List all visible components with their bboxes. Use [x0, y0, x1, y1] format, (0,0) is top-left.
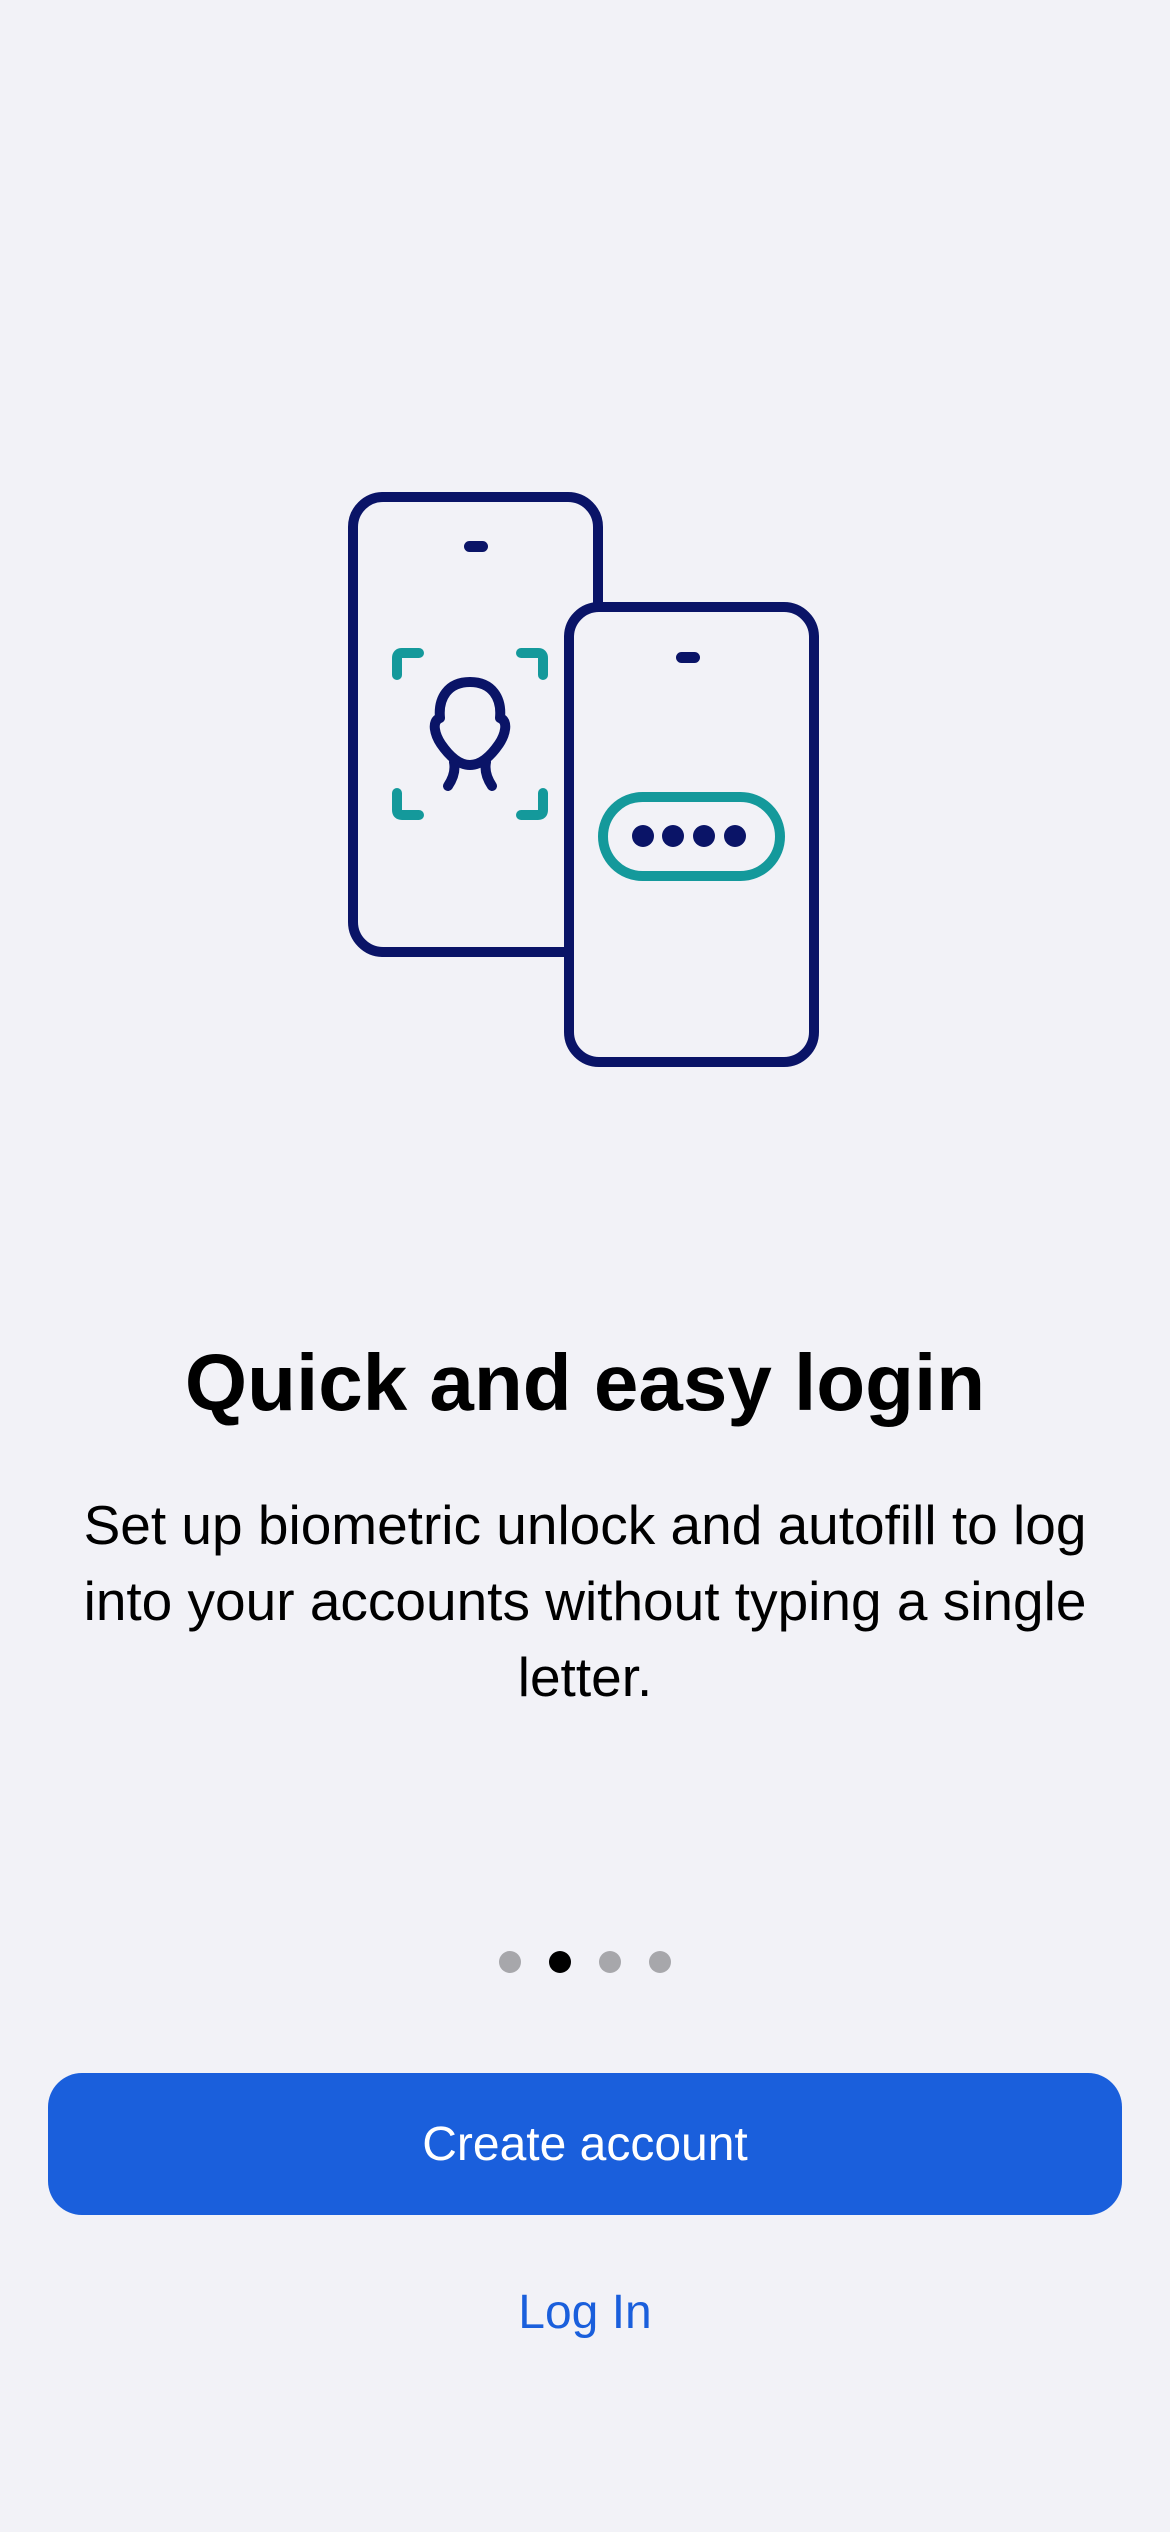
- face-scan-icon: [392, 648, 548, 820]
- page-dot-3[interactable]: [599, 1951, 621, 1973]
- page-dot-1[interactable]: [499, 1951, 521, 1973]
- page-indicator[interactable]: [0, 1951, 1170, 1973]
- log-in-button[interactable]: Log In: [0, 2285, 1170, 2340]
- page-subtitle: Set up biometric unlock and autofill to …: [83, 1494, 1087, 1708]
- back-phone-icon: [348, 492, 603, 957]
- phones-illustration: [348, 492, 819, 1067]
- page-dot-2-active[interactable]: [549, 1951, 571, 1973]
- page-title: Quick and easy login: [184, 1338, 986, 1427]
- page-dot-4[interactable]: [649, 1951, 671, 1973]
- create-account-button[interactable]: Create account: [48, 2073, 1122, 2215]
